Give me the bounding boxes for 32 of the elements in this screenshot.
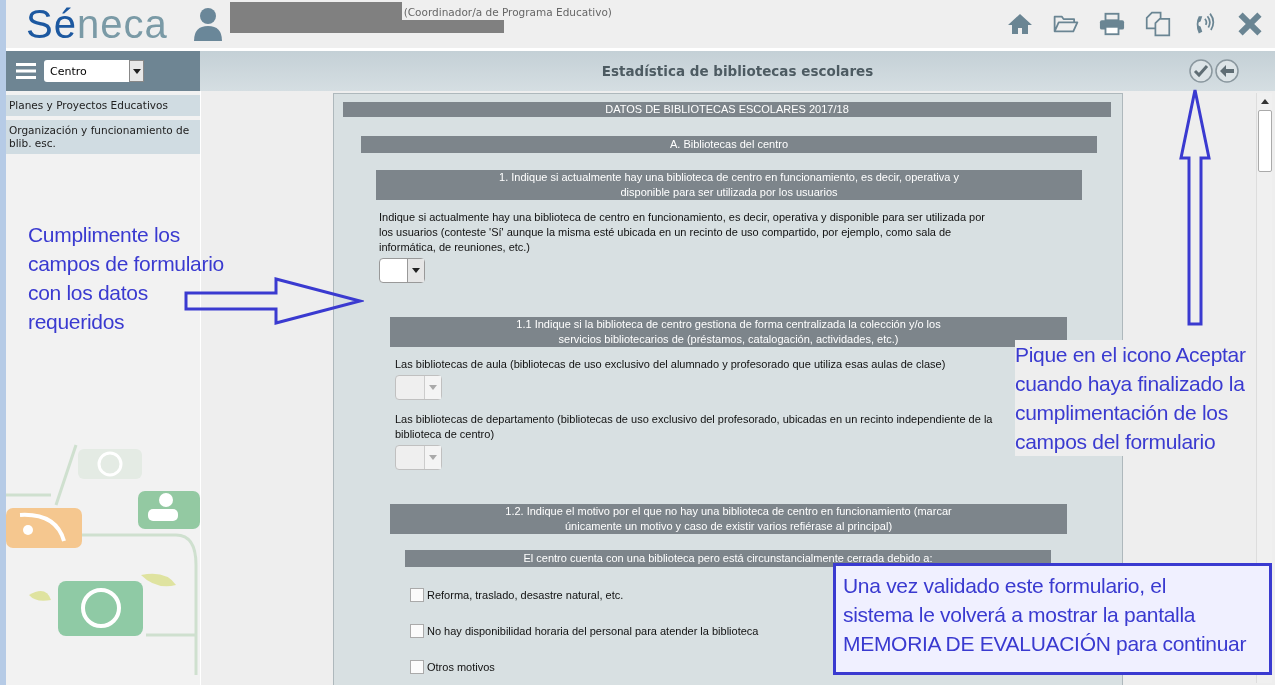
checkbox-label: Otros motivos	[427, 661, 495, 673]
checkbox-label: Reforma, traslado, desastre natural, etc.	[427, 589, 624, 601]
user-icon	[191, 7, 224, 41]
page-title: Estadística de bibliotecas escolares	[601, 63, 874, 79]
checkbox[interactable]	[410, 588, 424, 602]
answer-dropdown[interactable]	[379, 258, 425, 283]
copy-icon[interactable]	[1145, 11, 1171, 37]
accept-check-icon[interactable]	[1189, 59, 1213, 83]
form-title: DATOS DE BIBLIOTECAS ESCOLARES 2017/18	[343, 102, 1111, 117]
menu-icon[interactable]	[16, 63, 36, 79]
question-heading: 1. Indique si actualmente hay una biblioteca de centro en funcionamiento, es decir, operativa y disponible para ser utilizada por los usuarios	[376, 170, 1082, 200]
field-label: Indique si actualmente hay una biblioteca de centro en funcionamiento, es decir, operativa y disponible para ser utilizada por los usuarios (conteste 'Sí' aunque la misma esté ubicada en un recinto de uso compartido, por ejemplo, como sala de informática, de reuniones, etc.)	[379, 210, 986, 255]
close-icon[interactable]	[1237, 11, 1263, 37]
print-icon[interactable]	[1099, 11, 1125, 37]
home-icon[interactable]	[1007, 11, 1033, 37]
group-heading: El centro cuenta con una biblioteca pero está circunstancialmente cerrada debido a:	[405, 550, 1051, 567]
centro-dropdown[interactable]: Centro	[44, 60, 144, 82]
sidebar-item[interactable]: Organización y funcionamiento de blib. esc.	[6, 120, 200, 154]
annotation-note: Una vez validado este formulario, el sistema le volverá a mostrar la pantalla MEMORIA DE EVALUACIÓN para continuar	[833, 563, 1272, 675]
logo: Séneca	[26, 2, 168, 46]
subquestion-heading: 1.2. Indique el motivo por el que no hay una biblioteca de centro en funcionamiento (marcar únicamente un motivo y caso de existir varios refiérase al principal)	[390, 504, 1067, 534]
checkbox-label: No hay disponibilidad horaria del personal para atender la biblioteca	[427, 625, 759, 637]
sidebar-item[interactable]: Planes y Proyectos Educativos	[6, 95, 200, 116]
field-label: Las bibliotecas de departamento (bibliotecas de uso exclusivo del profesorado, ubicadas en un recinto independiente de la biblioteca de centro)	[395, 412, 994, 442]
annotation-note: Pique en el icono Aceptar cuando haya finalizado la cumplimentación de los campos del formulario	[1015, 340, 1246, 456]
checkbox[interactable]	[410, 660, 424, 674]
checkbox[interactable]	[410, 624, 424, 638]
user-role: (Coordinador/a de Programa Educativo)	[401, 6, 612, 18]
annotation-note: Cumplimente los campos de formulario con los datos requeridos	[28, 222, 224, 335]
field-label: Las bibliotecas de aula (bibliotecas de uso exclusivo del alumnado y profesorado que utiliza esas aulas de clase)	[395, 357, 946, 372]
subquestion-heading: 1.1 Indique si la biblioteca de centro gestiona de forma centralizada la colección y/o los servicios bibliotecarios de (préstamos, catalogación, actividades, etc.)	[390, 317, 1067, 347]
section-heading: A. Bibliotecas del centro	[361, 136, 1097, 153]
